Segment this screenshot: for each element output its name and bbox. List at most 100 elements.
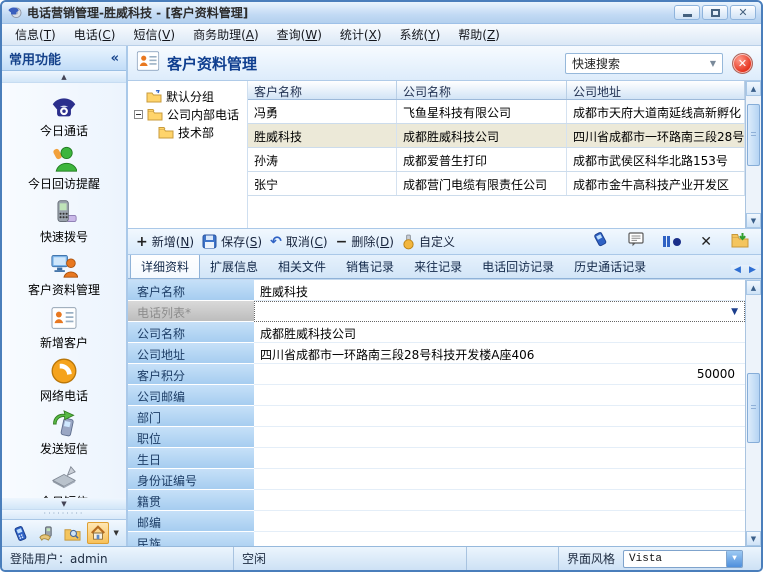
phone-list-field[interactable]: ▼ (254, 301, 745, 322)
customize-button[interactable]: 自定义 (402, 233, 455, 250)
minimize-button[interactable] (674, 5, 700, 20)
menu-sms[interactable]: 短信(V) (124, 23, 184, 46)
table-scrollbar[interactable]: ▲ ▼ (745, 81, 761, 228)
chevron-down-icon[interactable]: ▼ (704, 59, 722, 68)
menu-system[interactable]: 系统(Y) (391, 23, 450, 46)
table-row[interactable]: 冯勇 飞鱼星科技有限公司 成都市天府大道南延线高新孵化 (248, 100, 745, 124)
table-row-selected[interactable]: 胜威科技 成都胜威科技公司 四川省成都市一环路南三段28号 (248, 124, 745, 148)
scroll-up-icon[interactable]: ▲ (746, 280, 761, 295)
company-zip-field[interactable] (254, 385, 745, 406)
ui-style-value: Vista (629, 553, 662, 565)
menu-business-assistant[interactable]: 商务助理(A) (184, 23, 268, 46)
birthday-field[interactable] (254, 448, 745, 469)
sms-memo-icon[interactable] (628, 232, 644, 251)
zip-field[interactable] (254, 511, 745, 532)
tab-sales-records[interactable]: 销售记录 (336, 255, 404, 278)
page-close-button[interactable]: ✕ (732, 53, 753, 74)
sidebar-item-today-calls[interactable]: 今日通话 (2, 91, 126, 144)
ethnicity-field[interactable] (254, 532, 745, 546)
hangup-icon[interactable]: ✕ (700, 234, 712, 250)
field-label: 公司名称 (128, 322, 254, 343)
sidebar-scroll-up[interactable]: ▲ (2, 71, 126, 83)
tree-node-default-group[interactable]: 默认分组 (132, 87, 245, 105)
department-field[interactable] (254, 406, 745, 427)
scroll-up-icon[interactable]: ▲ (746, 81, 761, 96)
menu-info[interactable]: 信息(T) (6, 23, 65, 46)
tab-extended-info[interactable]: 扩展信息 (200, 255, 268, 278)
tree-collapse-icon[interactable] (134, 110, 143, 119)
column-header[interactable]: 公司名称 (397, 81, 567, 99)
dial-phone-icon[interactable] (592, 231, 609, 252)
record-icon[interactable] (663, 236, 681, 247)
customer-points-field[interactable]: 50000 (254, 364, 745, 385)
tab-scroll-left-icon[interactable]: ◀ (731, 265, 744, 275)
scroll-thumb[interactable] (747, 373, 760, 443)
delete-button[interactable]: − 删除(D) (336, 233, 394, 250)
export-folder-icon[interactable] (731, 232, 749, 252)
sidebar-item-today-sms[interactable]: 今日短信 (2, 462, 126, 498)
sidebar-item-callback-reminder[interactable]: 今日回访提醒 (2, 144, 126, 197)
phone-icon[interactable] (9, 522, 31, 544)
chevron-down-icon[interactable]: ▼ (726, 551, 742, 567)
menu-query[interactable]: 查询(W) (268, 23, 331, 46)
folder-open-icon (146, 90, 162, 103)
customer-card-icon (136, 51, 160, 75)
column-header[interactable]: 公司地址 (567, 81, 745, 99)
tab-related-files[interactable]: 相关文件 (268, 255, 336, 278)
sidebar-item-add-customer[interactable]: 新增客户 (2, 303, 126, 356)
sidebar-item-network-phone[interactable]: 网络电话 (2, 356, 126, 409)
company-name-field[interactable]: 成都胜威科技公司 (254, 322, 745, 343)
menu-help[interactable]: 帮助(Z) (449, 23, 509, 46)
cancel-button[interactable]: ↶ 取消(C) (270, 233, 328, 250)
record-toolbar: + 新增(N) 保存(S) ↶ 取消(C) − 删除(D) 自定义 (128, 228, 761, 255)
toolbar-overflow-icon[interactable]: ▼ (113, 529, 118, 537)
maximize-button[interactable] (702, 5, 728, 20)
quick-search-combo[interactable]: 快速搜索 ▼ (565, 53, 723, 74)
form-row-customer-points: 客户积分 50000 (128, 364, 745, 385)
table-row[interactable]: 孙涛 成都爱普生打印 成都市武侯区科华北路153号 (248, 148, 745, 172)
status-spacer (467, 547, 559, 570)
scroll-down-icon[interactable]: ▼ (746, 213, 761, 228)
save-button[interactable]: 保存(S) (202, 233, 262, 250)
tab-call-history[interactable]: 历史通话记录 (564, 255, 656, 278)
add-button[interactable]: + 新增(N) (136, 233, 194, 250)
home-icon[interactable] (87, 522, 109, 544)
sidebar-item-customer-management[interactable]: 客户资料管理 (2, 250, 126, 303)
title-bar[interactable]: 电话营销管理-胜威科技 - [客户资料管理] ✕ (2, 2, 761, 24)
dropdown-arrow-icon[interactable]: ▼ (731, 307, 738, 317)
folder-search-icon[interactable] (61, 522, 83, 544)
ui-style-combo[interactable]: Vista ▼ (623, 550, 743, 568)
customer-name-field[interactable]: 胜威科技 (254, 280, 745, 301)
position-field[interactable] (254, 427, 745, 448)
native-place-field[interactable] (254, 490, 745, 511)
sidebar-splitter[interactable]: ········· (2, 510, 126, 519)
dial-hand-icon[interactable] (35, 522, 57, 544)
tree-node-tech-dept[interactable]: 技术部 (132, 123, 245, 141)
cell-customer-name: 孙涛 (248, 148, 397, 171)
detail-tabs: 详细资料 扩展信息 相关文件 销售记录 来往记录 电话回访记录 历史通话记录 ◀… (128, 255, 761, 279)
table-row[interactable]: 张宁 成都营门电缆有限责任公司 成都市金牛高科技产业开发区 (248, 172, 745, 196)
field-label: 邮编 (128, 511, 254, 532)
close-button[interactable]: ✕ (730, 5, 756, 20)
sidebar-item-label: 发送短信 (40, 440, 88, 457)
cell-customer-name: 冯勇 (248, 100, 397, 123)
scroll-thumb[interactable] (747, 104, 760, 166)
form-scrollbar[interactable]: ▲ ▼ (745, 280, 761, 546)
sidebar-item-send-sms[interactable]: 发送短信 (2, 409, 126, 462)
menu-phone[interactable]: 电话(C) (65, 23, 125, 46)
menu-statistics[interactable]: 统计(X) (331, 23, 391, 46)
column-header[interactable]: 客户名称 (248, 81, 397, 99)
tab-correspondence[interactable]: 来往记录 (404, 255, 472, 278)
form-row-id-number: 身份证编号 (128, 469, 745, 490)
scroll-down-icon[interactable]: ▼ (746, 531, 761, 546)
id-number-field[interactable] (254, 469, 745, 490)
tab-detail[interactable]: 详细资料 (130, 255, 200, 279)
sidebar-item-label: 今日通话 (40, 122, 88, 139)
sidebar-item-speed-dial[interactable]: 快速拨号 (2, 197, 126, 250)
tab-callback-records[interactable]: 电话回访记录 (472, 255, 564, 278)
tree-node-company-internal[interactable]: 公司内部电话 (132, 105, 245, 123)
company-address-field[interactable]: 四川省成都市一环路南三段28号科技开发楼A座406 (254, 343, 745, 364)
field-label: 民族 (128, 532, 254, 546)
tab-scroll-right-icon[interactable]: ▶ (746, 265, 759, 275)
sidebar-collapse-icon[interactable]: « (111, 51, 119, 66)
